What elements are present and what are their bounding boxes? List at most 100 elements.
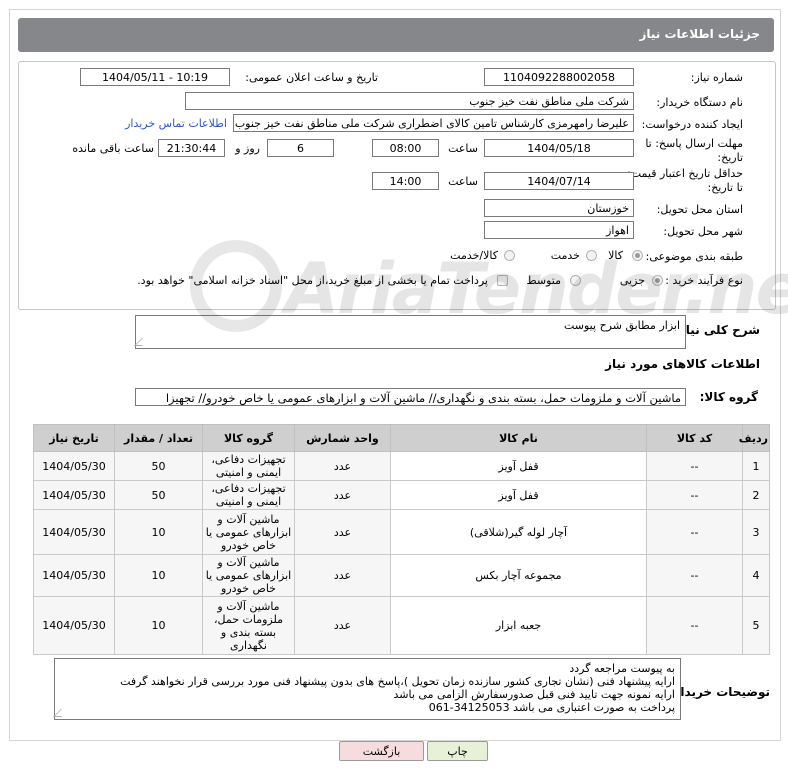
cell-item-code: -- [646,596,743,655]
description-label: شرح کلی نیاز: [674,323,760,337]
cell-item-group: ماشین آلات و ملزومات حمل، بسته بندی و نگ… [202,596,295,655]
cell-item-group: تجهیزات دفاعی، ایمنی و امنیتی [202,451,295,481]
cell-unit: عدد [294,596,391,655]
buyer-note-line: به پیوست مراجعه گردد [569,662,675,675]
province-field[interactable]: خوزستان [484,199,634,217]
resize-grip-icon[interactable] [134,338,150,346]
cell-item-name: قفل آویز [390,451,647,481]
cell-unit: عدد [294,509,391,555]
items-table: ردیف کد کالا نام کالا واحد شمارش گروه کا… [33,424,770,655]
announce-field[interactable]: 1404/05/11 - 10:19 [80,68,230,86]
treasury-payment-note: پرداخت تمام یا بخشی از مبلغ خرید،از محل … [137,274,488,287]
cell-item-code: -- [646,509,743,555]
buyer-notes-field[interactable]: به پیوست مراجعه گردد ارایه پیشنهاد فنی (… [53,658,681,720]
cell-need-date: 1404/05/30 [33,509,115,555]
cell-row-number: 1 [742,451,770,481]
table-row[interactable]: 2 -- قفل آویز عدد تجهیزات دفاعی، ایمنی و… [33,480,770,510]
description-field[interactable]: ابزار مطابق شرح پیوست [134,315,686,349]
goods-group-field[interactable]: ماشین آلات و ملزومات حمل، بسته بندی و نگ… [135,388,686,406]
cell-quantity: 10 [114,554,203,597]
header-item-code: کد کالا [646,424,743,452]
header-item-name: نام کالا [390,424,647,452]
header-item-group: گروه کالا [202,424,295,452]
need-number-label: شماره نیاز: [690,71,743,84]
header-unit: واحد شمارش [294,424,391,452]
creator-label: ایجاد کننده درخواست: [641,118,743,131]
process-option-medium: متوسط [526,274,561,287]
print-button[interactable]: چاپ [427,741,488,761]
table-header-row: ردیف کد کالا نام کالا واحد شمارش گروه کا… [33,424,770,452]
goods-section-title: اطلاعات کالاهای مورد نیاز [605,357,760,371]
table-row[interactable]: 4 -- مجموعه آچار بکس عدد ماشین آلات و اب… [33,554,770,597]
process-label: نوع فرآیند خرید : [665,274,743,287]
cell-item-name: جعبه ابزار [390,596,647,655]
cell-item-group: ماشین آلات و ابزارهای عمومی یا خاص خودرو [202,554,295,597]
category-option-goods: کالا [608,249,623,262]
header-need-date: تاریخ نیاز [33,424,115,452]
cell-row-number: 2 [742,480,770,510]
deadline-label-date: تاریخ: [717,151,743,164]
cell-quantity: 10 [114,596,203,655]
deadline-date-field[interactable]: 1404/05/18 [484,139,634,157]
treasury-payment-checkbox[interactable] [497,275,508,286]
cell-unit: عدد [294,451,391,481]
category-option-service: خدمت [550,249,580,262]
deadline-label: مهلت ارسال پاسخ: تا [645,137,743,150]
city-label: شهر محل تحویل: [663,225,743,238]
cell-need-date: 1404/05/30 [33,480,115,510]
goods-group-label: گروه کالا: [699,390,758,404]
price-validity-label: حداقل تاریخ اعتبار قیمت: [627,167,743,180]
deadline-time-label: ساعت [448,142,478,155]
buyer-notes-label: توضیحات خریدار: [668,685,770,699]
cell-need-date: 1404/05/30 [33,596,115,655]
remaining-time-field[interactable]: 21:30:44 [158,139,225,157]
cell-row-number: 4 [742,554,770,597]
cell-row-number: 5 [742,596,770,655]
cell-need-date: 1404/05/30 [33,554,115,597]
category-option-goods-service: کالا/خدمت [450,249,498,262]
cell-item-code: -- [646,554,743,597]
category-label: طبقه بندی موضوعی: [645,250,743,263]
page-title: جزئیات اطلاعات نیاز [639,27,760,41]
deadline-time-field[interactable]: 08:00 [372,139,439,157]
buyer-note-line: ارایه نمونه جهت تایید فنی قبل صدورسفارش … [393,688,675,701]
need-number-field[interactable]: 1104092288002058 [484,68,634,86]
back-button[interactable]: بازگشت [339,741,424,761]
days-field[interactable]: 6 [267,139,334,157]
cell-quantity: 50 [114,451,203,481]
buyer-note-line: پرداخت به صورت اعتباری می باشد 34125053-… [428,701,675,714]
cell-item-code: -- [646,480,743,510]
process-radio-minor[interactable] [652,275,663,286]
city-field[interactable]: اهواز [484,221,634,239]
process-radio-medium[interactable] [570,275,581,286]
announce-label: تاریخ و ساعت اعلان عمومی: [245,71,378,84]
buyer-org-label: نام دستگاه خریدار: [656,96,743,109]
process-option-minor: جزیی [619,274,645,287]
cell-row-number: 3 [742,509,770,555]
cell-item-group: ماشین آلات و ابزارهای عمومی یا خاص خودرو [202,509,295,555]
validity-date-field[interactable]: 1404/07/14 [484,172,634,190]
table-row[interactable]: 5 -- جعبه ابزار عدد ماشین آلات و ملزومات… [33,596,770,655]
days-label: روز و [235,142,260,155]
category-radio-service[interactable] [586,250,597,261]
creator-field[interactable]: علیرضا رامهرمزی کارشناس تامین کالای اضطر… [233,114,634,132]
cell-quantity: 50 [114,480,203,510]
category-radio-goods[interactable] [632,250,643,261]
buyer-org-field[interactable]: شرکت ملی مناطق نفت خیز جنوب [185,92,634,110]
cell-item-name: مجموعه آچار بکس [390,554,647,597]
cell-quantity: 10 [114,509,203,555]
header-row-number: ردیف [739,424,770,452]
table-row[interactable]: 1 -- قفل آویز عدد تجهیزات دفاعی، ایمنی و… [33,451,770,481]
header-quantity: تعداد / مقدار [114,424,203,452]
cell-item-name: قفل آویز [390,480,647,510]
remaining-label: ساعت باقی مانده [72,142,154,155]
province-label: استان محل تحویل: [656,203,743,216]
validity-time-label: ساعت [448,175,478,188]
table-row[interactable]: 3 -- آچار لوله گیر(شلاقی) عدد ماشین آلات… [33,509,770,555]
category-radio-goods-service[interactable] [504,250,515,261]
cell-item-name: آچار لوله گیر(شلاقی) [390,509,647,555]
cell-item-code: -- [646,451,743,481]
price-validity-label-date: تا تاریخ: [707,181,743,194]
validity-time-field[interactable]: 14:00 [372,172,439,190]
buyer-contact-link[interactable]: اطلاعات تماس خریدار [125,117,227,130]
